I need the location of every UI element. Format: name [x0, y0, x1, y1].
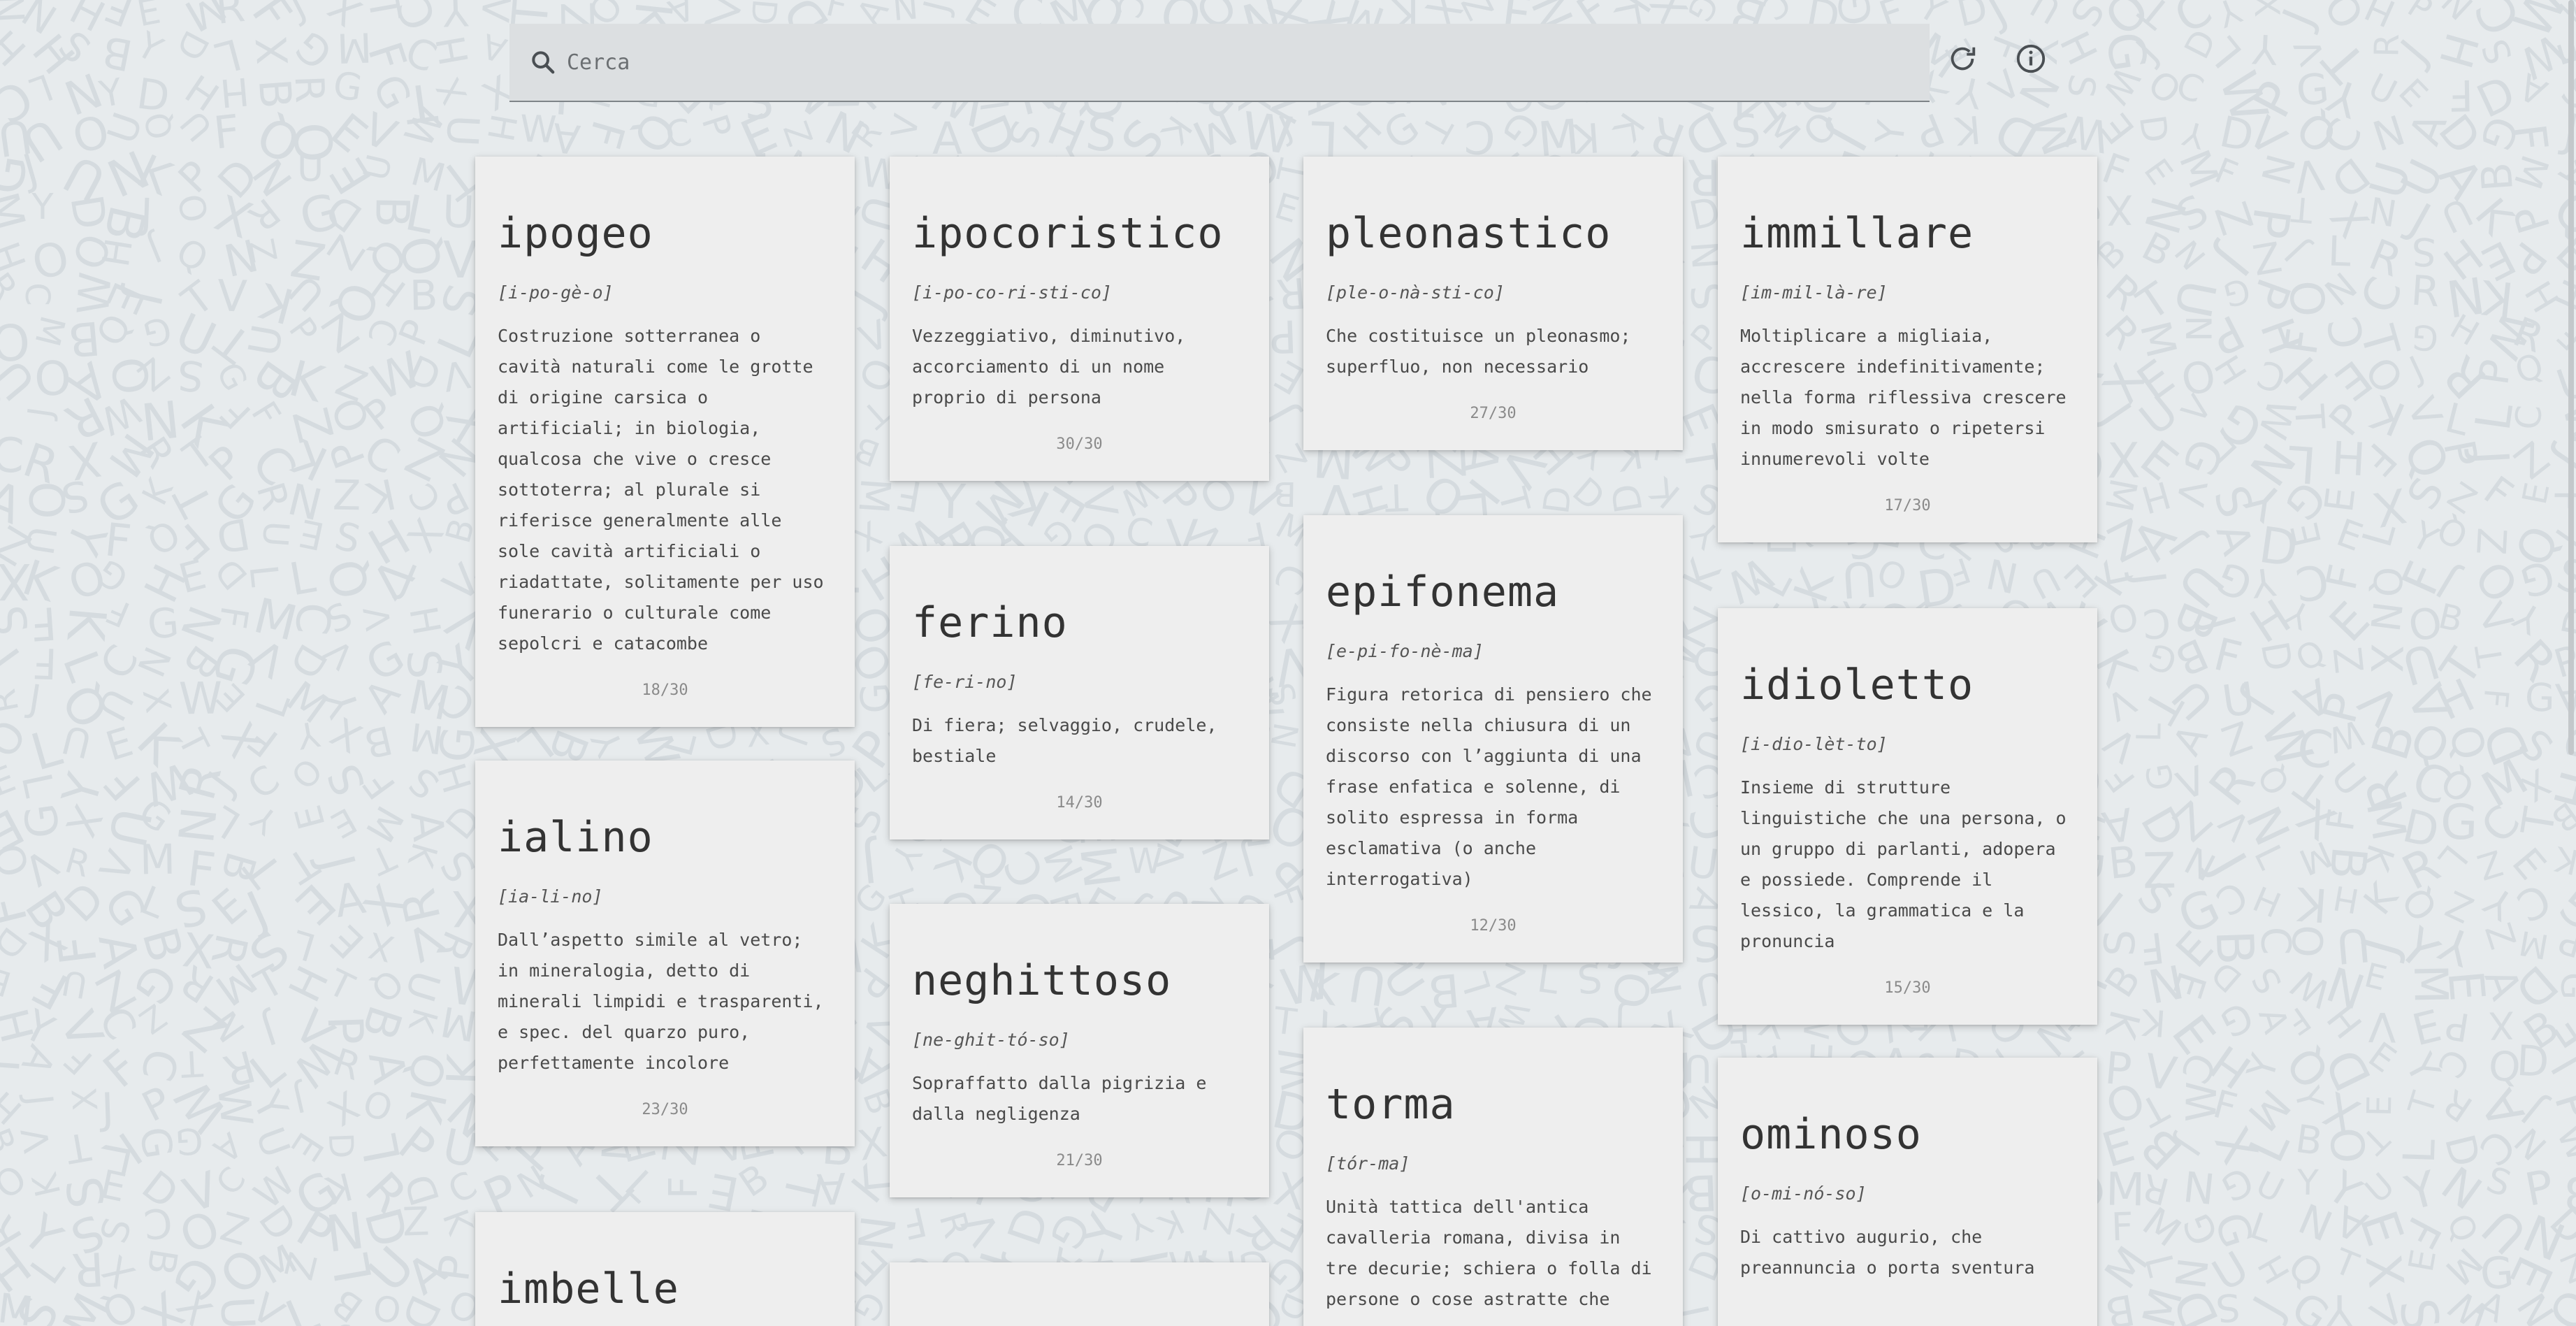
card-syllables: [o-mi-nó-so]	[1740, 1183, 2075, 1204]
card-counter: 21/30	[912, 1152, 1247, 1197]
card-definition: Moltiplicare a migliaia, accrescere inde…	[1740, 321, 2075, 475]
card-counter: 14/30	[912, 794, 1247, 839]
card-counter: 27/30	[1326, 405, 1660, 450]
word-card[interactable]: ominoso [o-mi-nó-so] Di cattivo augurio,…	[1718, 1058, 2097, 1326]
card-syllables: [tór-ma]	[1326, 1153, 1660, 1174]
word-card[interactable]: imbelle	[475, 1212, 855, 1326]
info-button[interactable]	[2013, 41, 2049, 77]
search-bar[interactable]	[509, 23, 1930, 102]
background-letter-pattern: NNHFEMRFJXTCYVTZOKAZDDFANJECMQCQONXXMKXZ…	[0, 0, 2576, 1326]
word-card[interactable]: ipocoristico [i-po-co-ri-sti-co] Vezzegg…	[890, 157, 1269, 481]
card-definition: Vezzeggiativo, diminutivo, accorciamento…	[912, 321, 1247, 413]
card-word: ipocoristico	[912, 212, 1247, 254]
word-card[interactable]: torma [tór-ma] Unità tattica dell'antica…	[1303, 1028, 1683, 1326]
word-card[interactable]: ialino [ia-li-no] Dall’aspetto simile al…	[475, 761, 855, 1146]
page-scrollbar[interactable]	[2566, 0, 2576, 1326]
card-word: ominoso	[1740, 1114, 2075, 1155]
word-card[interactable]: pleonastico [ple-o-nà-sti-co] Che costit…	[1303, 157, 1683, 450]
card-definition: Figura retorica di pensiero che consiste…	[1326, 679, 1660, 895]
word-card[interactable]: immillare [im-mil-là-re] Moltiplicare a …	[1718, 157, 2097, 542]
card-definition: Che costituisce un pleonasmo; superfluo,…	[1326, 321, 1660, 382]
card-definition: Costruzione sotterranea o cavità natural…	[498, 321, 832, 659]
scrollbar-thumb[interactable]	[2568, 0, 2574, 755]
card-syllables: [i-dio-lèt-to]	[1740, 734, 2075, 754]
card-definition: Sopraffatto dalla pigrizia e dalla negli…	[912, 1068, 1247, 1130]
card-word: torma	[1326, 1083, 1660, 1125]
card-syllables: [im-mil-là-re]	[1740, 282, 2075, 303]
search-icon	[526, 45, 560, 79]
word-card[interactable]: ferino [fe-ri-no] Di fiera; selvaggio, c…	[890, 546, 1269, 839]
card-definition: Di fiera; selvaggio, crudele, bestiale	[912, 710, 1247, 772]
card-definition: Unità tattica dell'antica cavalleria rom…	[1326, 1192, 1660, 1315]
card-syllables: [ne-ghit-tó-so]	[912, 1030, 1247, 1050]
search-input[interactable]	[565, 23, 1930, 101]
card-word: imbelle	[498, 1268, 832, 1310]
card-counter: 18/30	[498, 682, 832, 727]
card-definition: Dall’aspetto simile al vetro; in mineral…	[498, 925, 832, 1079]
card-definition: Insieme di strutture linguistiche che un…	[1740, 772, 2075, 957]
word-card[interactable]	[890, 1262, 1269, 1326]
card-syllables: [e-pi-fo-nè-ma]	[1326, 641, 1660, 661]
card-counter: 30/30	[912, 435, 1247, 481]
word-card[interactable]: neghittoso [ne-ghit-tó-so] Sopraffatto d…	[890, 904, 1269, 1197]
card-word: epifonema	[1326, 571, 1660, 613]
card-syllables: [i-po-co-ri-sti-co]	[912, 282, 1247, 303]
word-card[interactable]: epifonema [e-pi-fo-nè-ma] Figura retoric…	[1303, 515, 1683, 963]
card-word: immillare	[1740, 212, 2075, 254]
card-syllables: [ia-li-no]	[498, 886, 832, 907]
info-icon	[2016, 44, 2046, 73]
card-counter: 12/30	[1326, 917, 1660, 963]
refresh-button[interactable]	[1944, 41, 1981, 77]
card-word: pleonastico	[1326, 212, 1660, 254]
word-card[interactable]: idioletto [i-dio-lèt-to] Insieme di stru…	[1718, 608, 2097, 1025]
card-word: idioletto	[1740, 664, 2075, 706]
word-card[interactable]: ipogeo [i-po-gè-o] Costruzione sotterran…	[475, 157, 855, 727]
card-word: ferino	[912, 602, 1247, 644]
card-syllables: [ple-o-nà-sti-co]	[1326, 282, 1660, 303]
card-definition: Di cattivo augurio, che preannuncia o po…	[1740, 1222, 2075, 1283]
card-word: neghittoso	[912, 960, 1247, 1002]
card-counter: 23/30	[498, 1101, 832, 1146]
card-word: ialino	[498, 816, 832, 858]
refresh-icon	[1951, 47, 1976, 71]
card-syllables: [i-po-gè-o]	[498, 282, 832, 303]
card-syllables: [fe-ri-no]	[912, 672, 1247, 692]
card-counter: 17/30	[1740, 497, 2075, 542]
card-counter: 15/30	[1740, 979, 2075, 1025]
card-word: ipogeo	[498, 212, 832, 254]
